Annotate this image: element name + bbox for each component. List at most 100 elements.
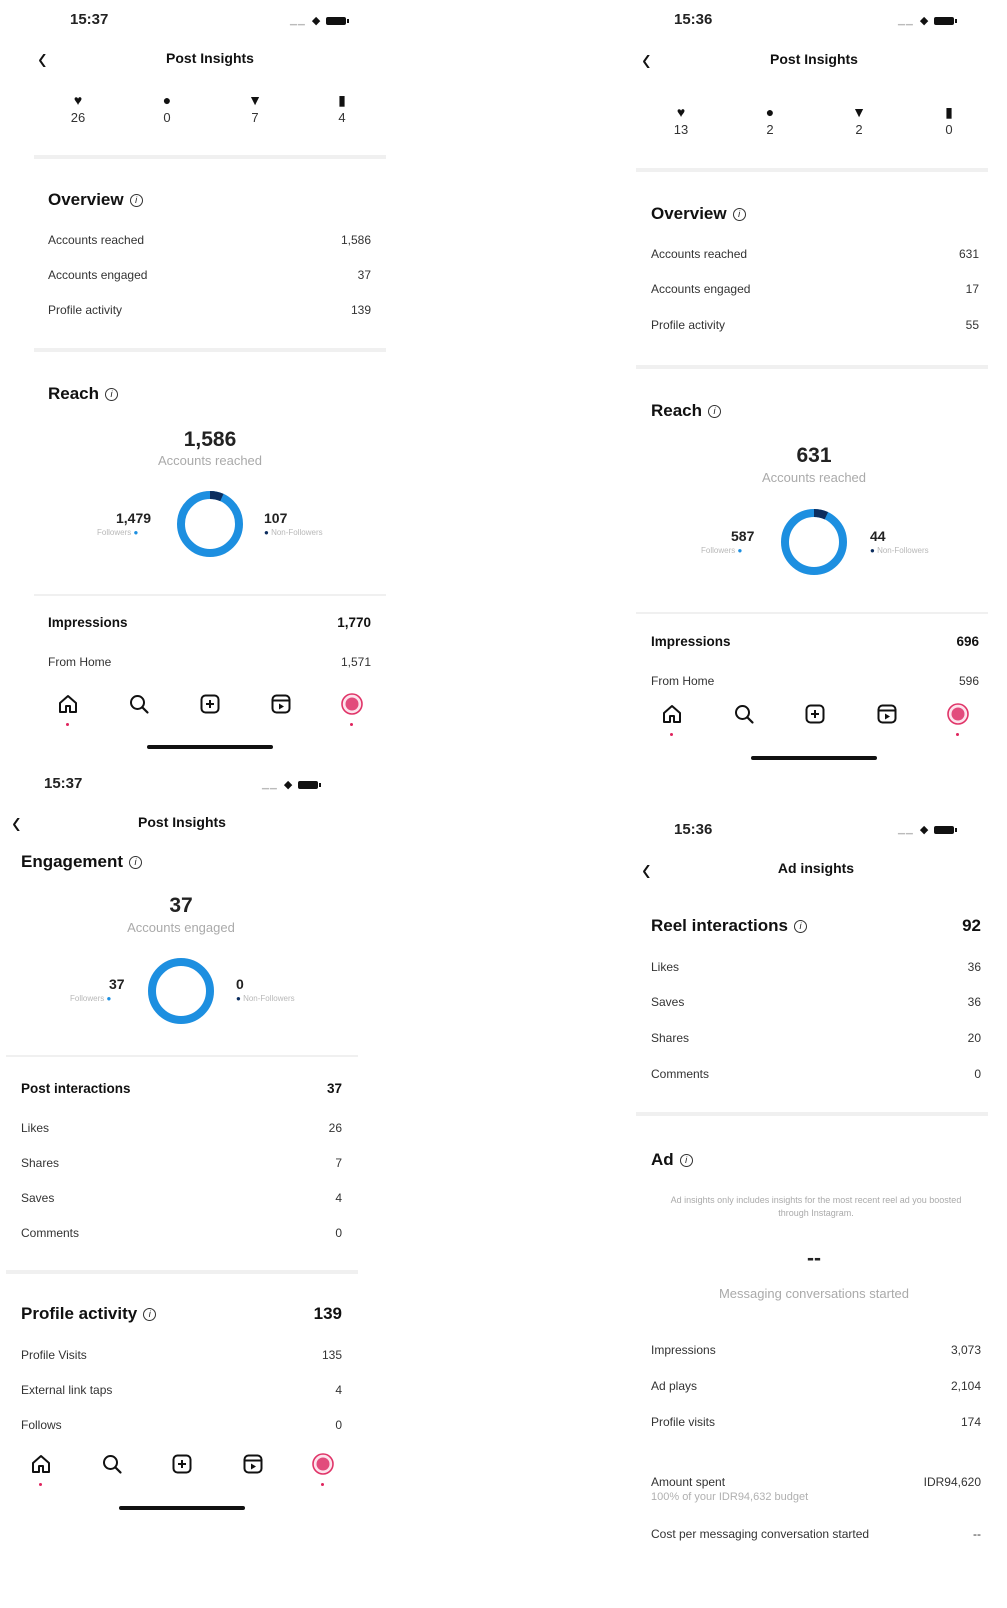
tab-home[interactable] (27, 1452, 55, 1486)
info-icon[interactable]: i (708, 404, 722, 418)
row-value: 20 (967, 1031, 981, 1045)
tab-profile[interactable] (944, 702, 972, 736)
status-time: 15:37 (44, 775, 83, 792)
from-home-row[interactable]: From Home 596 (651, 674, 979, 688)
reel-interactions-heading: Reel interactions i (651, 916, 807, 936)
tab-search[interactable] (125, 692, 153, 720)
row-value: 1,586 (340, 233, 371, 247)
overview-row[interactable]: Profile activity 139 (48, 303, 371, 317)
search-icon (100, 1452, 124, 1481)
non-followers-legend: ● Non-Followers (236, 994, 295, 1003)
tab-home[interactable] (54, 692, 82, 726)
tab-reels[interactable] (239, 1452, 267, 1480)
row-label: Cost per messaging conversation started (651, 1527, 870, 1541)
followers-count: 1,479 (116, 510, 152, 526)
reach-donut-chart (177, 491, 243, 557)
home-indicator[interactable] (119, 1506, 245, 1510)
back-chevron-icon[interactable]: ‹ (38, 41, 47, 75)
share-icon: ▼ (852, 104, 866, 120)
back-chevron-icon[interactable]: ‹ (12, 805, 21, 839)
tab-search[interactable] (730, 702, 758, 730)
overview-row[interactable]: Accounts reached 631 (651, 247, 979, 261)
info-icon[interactable]: i (129, 855, 143, 869)
shares-stat: ▼ 7 (235, 92, 275, 125)
overview-row[interactable]: Accounts engaged 37 (48, 268, 371, 282)
search-icon (732, 702, 756, 731)
overview-title: Overview (651, 204, 727, 223)
tab-search[interactable] (98, 1452, 126, 1480)
ad-stat-row[interactable]: Ad plays 2,104 (651, 1379, 981, 1393)
back-chevron-icon[interactable]: ‹ (642, 852, 651, 886)
info-icon[interactable]: i (143, 1307, 157, 1321)
row-label: Profile visits (651, 1415, 716, 1429)
row-label: Impressions (651, 1343, 716, 1357)
amount-spent-row[interactable]: Amount spent 100% of your IDR94,632 budg… (651, 1475, 981, 1503)
home-indicator[interactable] (751, 756, 877, 760)
interaction-row[interactable]: Shares 20 (651, 1031, 981, 1045)
shares-stat: ▼ 2 (839, 104, 879, 137)
tab-home[interactable] (658, 702, 686, 736)
tab-profile[interactable] (338, 692, 366, 726)
info-icon[interactable]: i (732, 207, 746, 221)
tab-create[interactable] (196, 692, 224, 720)
likes-count: 26 (70, 110, 86, 125)
activity-row[interactable]: Follows 0 (21, 1418, 342, 1432)
ad-stat-row[interactable]: Impressions 3,073 (651, 1343, 981, 1357)
row-value: 174 (960, 1415, 981, 1429)
row-label: Amount spent (651, 1475, 726, 1489)
avatar (311, 1452, 335, 1481)
comments-count: 0 (163, 110, 171, 125)
back-chevron-icon[interactable]: ‹ (642, 42, 651, 76)
info-icon[interactable]: i (105, 387, 119, 401)
overview-row[interactable]: Accounts engaged 17 (651, 282, 979, 296)
activity-row[interactable]: External link taps 4 (21, 1383, 342, 1397)
interaction-row[interactable]: Saves 4 (21, 1191, 342, 1205)
tab-reels[interactable] (873, 702, 901, 730)
interaction-row[interactable]: Comments 0 (21, 1226, 342, 1240)
tab-create[interactable] (801, 702, 829, 730)
tab-profile[interactable] (309, 1452, 337, 1486)
row-value: 1,571 (340, 655, 371, 669)
followers-arc (177, 491, 243, 557)
wifi-icon: ◆ (919, 15, 929, 27)
impressions-row[interactable]: Impressions 696 (651, 634, 979, 649)
row-value: 37 (326, 1081, 342, 1096)
tab-reels[interactable] (267, 692, 295, 720)
ad-stat-row[interactable]: Profile visits 174 (651, 1415, 981, 1429)
row-value: 135 (321, 1348, 342, 1362)
overview-row[interactable]: Profile activity 55 (651, 318, 979, 332)
row-value: 4 (335, 1383, 342, 1397)
impressions-row[interactable]: Impressions 1,770 (48, 615, 371, 630)
info-icon[interactable]: i (129, 193, 143, 207)
amount-label-group: Amount spent 100% of your IDR94,632 budg… (651, 1475, 808, 1503)
info-icon[interactable]: i (679, 1153, 693, 1167)
cost-per-conversation-row[interactable]: Cost per messaging conversation started … (651, 1527, 981, 1541)
interaction-row[interactable]: Likes 26 (21, 1121, 342, 1135)
interaction-row[interactable]: Comments 0 (651, 1067, 981, 1081)
info-icon[interactable]: i (794, 919, 807, 933)
home-icon (660, 702, 684, 731)
interaction-row[interactable]: Likes 36 (651, 960, 981, 974)
post-interactions-row[interactable]: Post interactions 37 (21, 1081, 342, 1096)
comments-stat: ● 2 (750, 104, 790, 137)
row-label: Impressions (48, 615, 128, 630)
saves-stat: ▮ 4 (322, 92, 362, 125)
profile-activity-row[interactable]: Profile activity i 139 (21, 1304, 342, 1324)
interaction-row[interactable]: Shares 7 (21, 1156, 342, 1170)
bookmark-icon: ▮ (338, 92, 346, 108)
home-icon (29, 1452, 53, 1481)
ad-heading: Ad i (651, 1150, 693, 1170)
from-home-row[interactable]: From Home 1,571 (48, 655, 371, 669)
reel-interactions-row[interactable]: Reel interactions i 92 (651, 916, 981, 936)
battery-icon (326, 16, 350, 25)
interaction-row[interactable]: Saves 36 (651, 995, 981, 1009)
row-value: 3,073 (950, 1343, 981, 1357)
tab-create[interactable] (168, 1452, 196, 1480)
row-label: Shares (651, 1031, 690, 1045)
search-icon (127, 692, 151, 721)
comments-stat: ● 0 (147, 92, 187, 125)
overview-row[interactable]: Accounts reached 1,586 (48, 233, 371, 247)
home-indicator[interactable] (147, 745, 273, 749)
activity-row[interactable]: Profile Visits 135 (21, 1348, 342, 1362)
non-followers-label: Non-Followers (271, 528, 323, 537)
